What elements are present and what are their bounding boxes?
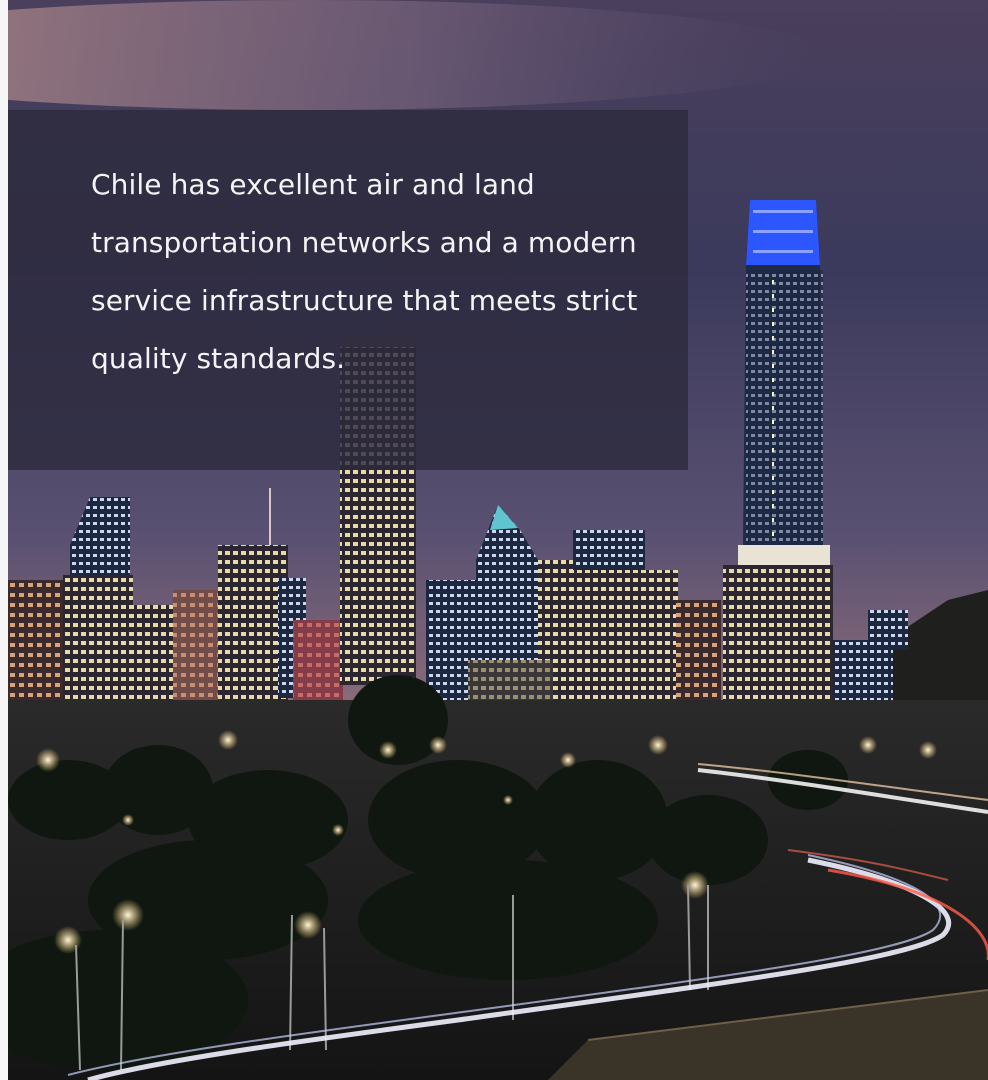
left-margin-strip — [0, 0, 8, 1080]
caption-text: Chile has excellent air and land transpo… — [91, 168, 638, 375]
